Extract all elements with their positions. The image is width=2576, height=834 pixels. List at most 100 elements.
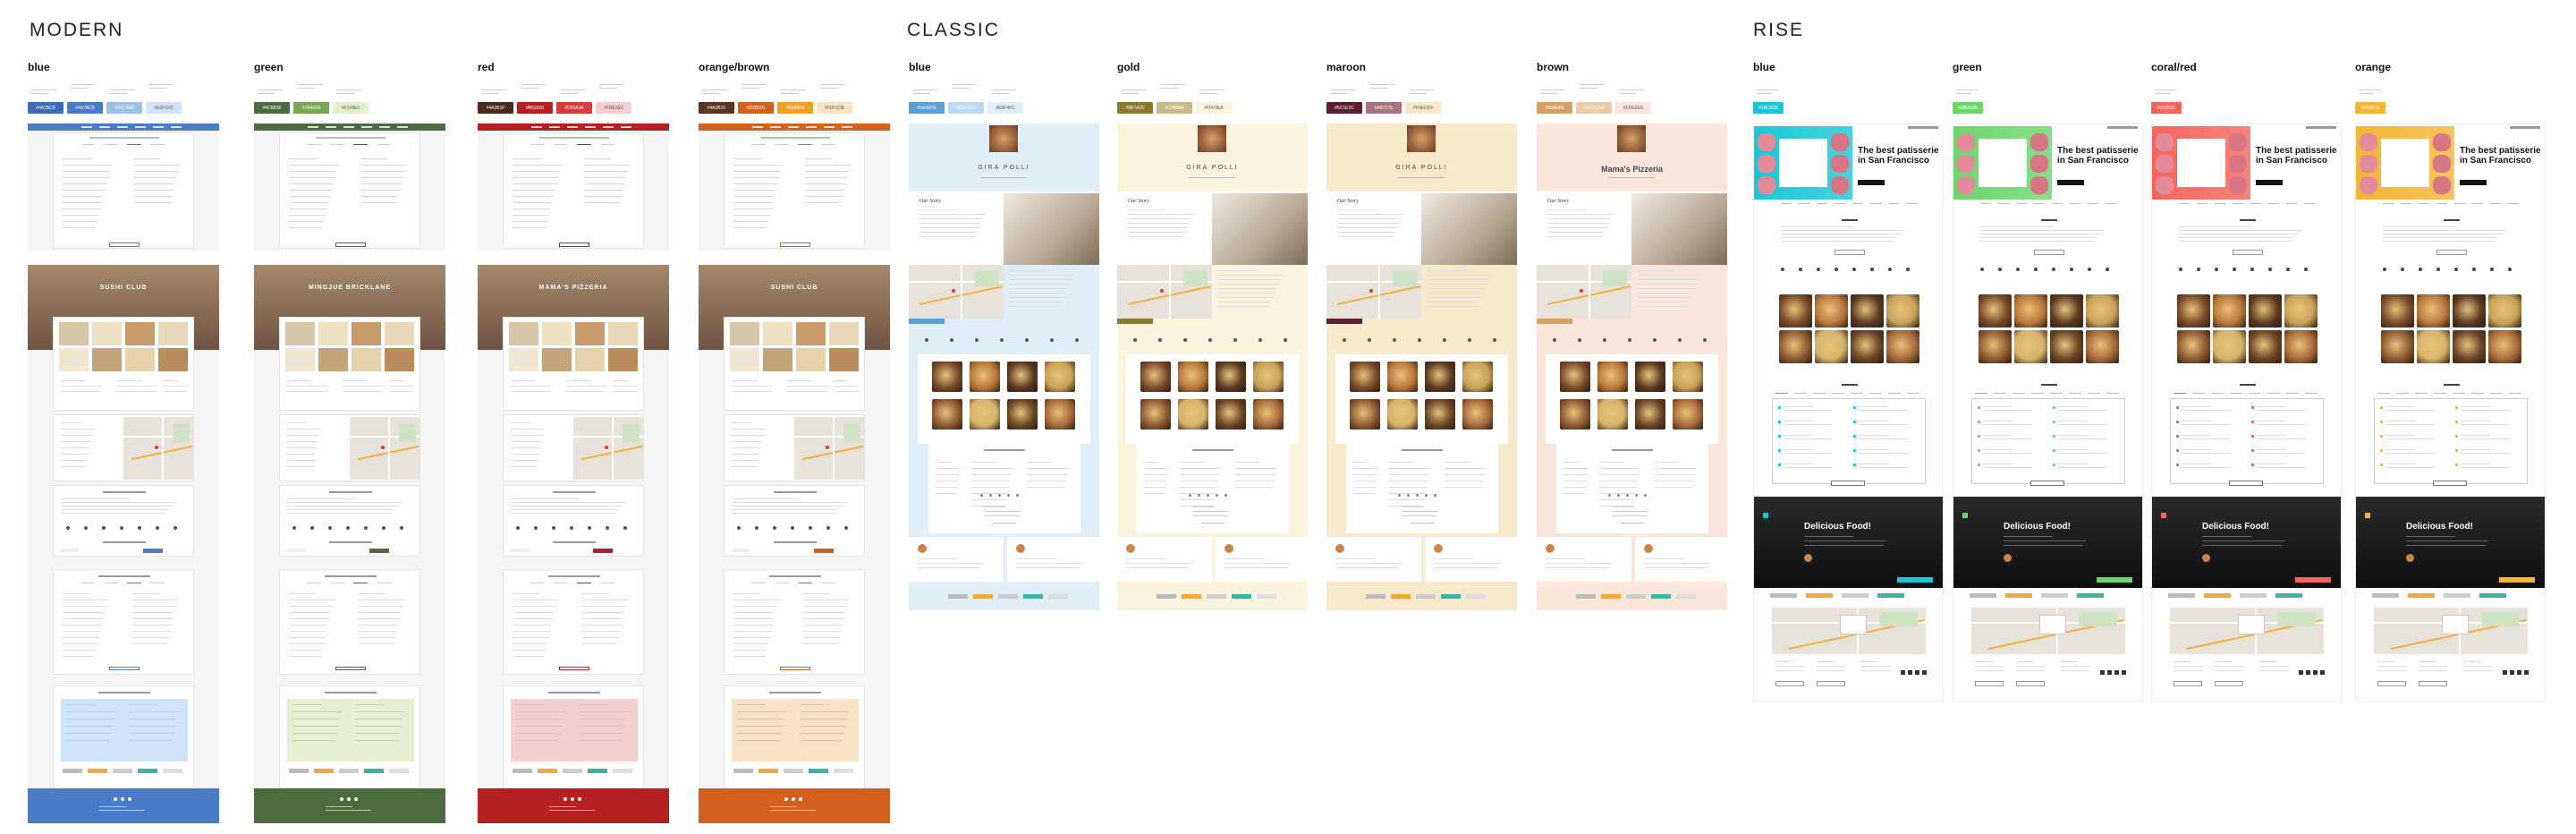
bullet bbox=[2251, 421, 2254, 423]
feature-icon bbox=[1998, 268, 2002, 271]
text-line bbox=[1784, 449, 1813, 450]
text-line bbox=[1859, 467, 1909, 468]
map-pin-icon bbox=[605, 445, 609, 449]
swatch-row: #4A2B1F #B52020 #D93A3A #FBE3E3 bbox=[478, 102, 674, 114]
text-line bbox=[132, 593, 160, 594]
menu-tab bbox=[2249, 393, 2261, 394]
directions-button bbox=[1775, 681, 1804, 686]
text-line bbox=[326, 810, 371, 811]
text-line bbox=[2182, 410, 2232, 411]
hero-logo-card bbox=[1979, 139, 2027, 187]
feature-icon bbox=[1678, 338, 1682, 342]
section-heading bbox=[1612, 449, 1653, 451]
nav-item bbox=[2419, 203, 2429, 204]
swatch-caption-line bbox=[71, 84, 96, 85]
menu-tab bbox=[1994, 393, 2006, 394]
nav-item bbox=[1998, 203, 2009, 204]
text-line bbox=[1784, 438, 1834, 439]
order-option bbox=[61, 549, 79, 552]
menu-tab bbox=[1869, 393, 1882, 394]
story-photo bbox=[1212, 193, 1308, 265]
food-photo bbox=[1815, 294, 1848, 328]
food-photo bbox=[1253, 399, 1284, 430]
feature-icon bbox=[2454, 268, 2458, 271]
social-icon bbox=[2122, 670, 2126, 675]
order-button bbox=[814, 549, 834, 553]
text-line bbox=[1389, 474, 1429, 475]
text-line bbox=[1389, 487, 1427, 488]
bullet bbox=[1853, 435, 1856, 438]
text-line bbox=[355, 726, 402, 727]
menu-tab bbox=[1851, 393, 1863, 394]
food-photo bbox=[2453, 330, 2486, 363]
text-line bbox=[1975, 670, 2004, 671]
review-badge bbox=[1391, 594, 1411, 599]
social-icon bbox=[128, 797, 131, 801]
map-pin-icon bbox=[1159, 289, 1164, 293]
text-line bbox=[359, 606, 402, 607]
group-title-rise: RISE bbox=[1753, 20, 1805, 40]
feature-icon bbox=[925, 338, 928, 342]
macaron bbox=[1831, 176, 1849, 194]
gallery-card bbox=[279, 317, 420, 411]
text-line bbox=[129, 704, 158, 705]
feature-icon bbox=[2179, 268, 2182, 271]
more-button bbox=[109, 667, 140, 670]
feature-icon bbox=[1835, 268, 1838, 271]
directions-button bbox=[2174, 681, 2202, 686]
theme-header: green #4C6B3F #7AA653 #F1F8E0 bbox=[254, 61, 451, 114]
food-photo bbox=[1779, 330, 1812, 363]
more-button bbox=[780, 243, 810, 247]
text-line bbox=[66, 726, 113, 727]
feature-icon bbox=[1233, 338, 1237, 342]
text-line bbox=[289, 650, 323, 651]
nav-item bbox=[1888, 203, 1899, 204]
bullet bbox=[2380, 464, 2383, 466]
macaron bbox=[1831, 133, 1849, 151]
text-line bbox=[1126, 563, 1192, 564]
swatch-caption-line bbox=[1619, 89, 1644, 90]
gallery-photo bbox=[575, 322, 605, 345]
social-icon bbox=[347, 797, 351, 801]
review-badge bbox=[588, 769, 607, 773]
reviews-card bbox=[53, 685, 194, 789]
theme-name: orange bbox=[2355, 61, 2392, 73]
modern-menu-page bbox=[28, 123, 219, 251]
text-line bbox=[2182, 406, 2211, 407]
swatch-caption-line bbox=[702, 93, 720, 94]
color-swatch: #F1F8E0 bbox=[333, 102, 369, 114]
text-line bbox=[63, 215, 99, 216]
food-photo bbox=[2249, 330, 2282, 363]
bullet bbox=[2380, 435, 2383, 438]
testimonial-section: Delicious Food! bbox=[1953, 497, 2142, 588]
review-badge bbox=[1257, 594, 1276, 599]
gallery-photo bbox=[59, 322, 89, 345]
food-photo bbox=[1387, 399, 1418, 430]
text-line bbox=[1599, 462, 1624, 463]
text-line bbox=[2182, 438, 2232, 439]
text-line bbox=[289, 215, 326, 216]
menu-tab bbox=[577, 144, 591, 145]
text-line bbox=[343, 380, 368, 381]
text-line bbox=[1128, 209, 1167, 210]
text-line bbox=[733, 221, 768, 222]
text-line bbox=[1563, 468, 1589, 469]
map-park bbox=[2277, 612, 2317, 626]
text-line bbox=[1016, 558, 1055, 559]
text-line bbox=[163, 391, 187, 392]
section-heading bbox=[2240, 384, 2256, 386]
menu-tab bbox=[104, 144, 118, 145]
menu-tab bbox=[798, 144, 812, 145]
testimonial-section: Delicious Food! bbox=[2356, 497, 2545, 588]
text-line bbox=[1027, 487, 1064, 488]
text-line bbox=[287, 435, 319, 436]
text-line bbox=[584, 177, 627, 178]
text-line bbox=[63, 612, 106, 613]
text-line bbox=[511, 498, 580, 499]
classic-page: GIRA POLLI Our Story bbox=[1326, 123, 1517, 610]
text-line bbox=[292, 733, 337, 734]
text-line bbox=[787, 391, 827, 392]
text-line bbox=[1655, 468, 1696, 469]
text-line bbox=[1563, 487, 1586, 488]
nav-item bbox=[788, 126, 799, 128]
